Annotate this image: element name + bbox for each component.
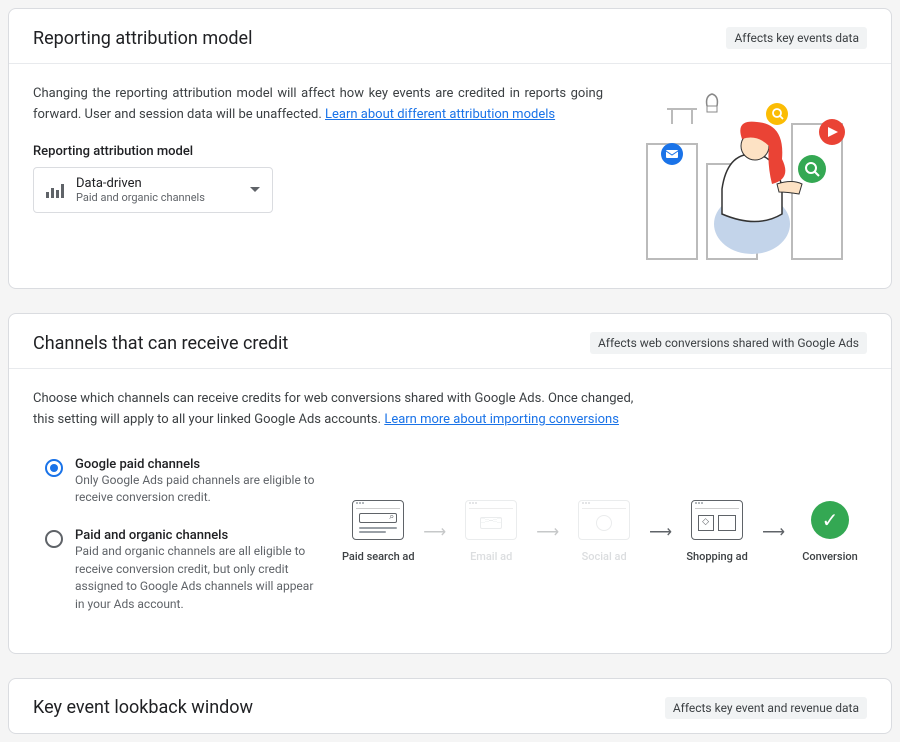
paid-search-icon: [352, 500, 404, 540]
radio-button-unselected-icon: [45, 530, 63, 548]
card-title: Reporting attribution model: [33, 28, 252, 49]
card-description: Choose which channels can receive credit…: [33, 389, 653, 431]
arrow-icon: ⟶: [649, 522, 672, 541]
dropdown-label: Reporting attribution model: [33, 144, 603, 159]
radio-title: Paid and organic channels: [75, 528, 323, 543]
email-icon: [465, 500, 517, 540]
flow-shopping: Shopping ad: [680, 500, 754, 563]
lookback-window-card: Key event lookback window Affects key ev…: [8, 678, 892, 734]
chevron-down-icon: [250, 187, 260, 192]
shopping-icon: [691, 500, 743, 540]
attribution-illustration: [627, 84, 867, 264]
learn-more-link[interactable]: Learn more about importing conversions: [384, 412, 619, 427]
conversion-flow-diagram: Paid search ad ⟶ Email ad ⟶ Soci: [341, 500, 867, 563]
checkmark-icon: ✓: [811, 501, 849, 539]
social-icon: [578, 500, 630, 540]
channels-credit-card: Channels that can receive credit Affects…: [8, 313, 892, 654]
flow-paid-search: Paid search ad: [341, 500, 415, 563]
flow-email: Email ad: [454, 500, 528, 563]
learn-more-link[interactable]: Learn about different attribution models: [325, 107, 555, 122]
channel-radio-group: Google paid channels Only Google Ads pai…: [33, 451, 335, 619]
flow-social: Social ad: [567, 500, 641, 563]
flow-conversion: ✓ Conversion: [793, 500, 867, 563]
bar-chart-icon: [46, 182, 66, 198]
card-header: Reporting attribution model Affects key …: [9, 9, 891, 64]
radio-paid-and-organic-channels[interactable]: Paid and organic channels Paid and organ…: [33, 522, 335, 619]
card-header: Key event lookback window Affects key ev…: [9, 679, 891, 733]
card-header: Channels that can receive credit Affects…: [9, 314, 891, 369]
card-title: Key event lookback window: [33, 697, 253, 718]
arrow-icon: ⟶: [536, 522, 559, 541]
radio-button-selected-icon: [45, 459, 63, 477]
affects-badge: Affects key events data: [726, 27, 867, 49]
dropdown-value: Data-driven: [76, 176, 238, 191]
radio-description: Paid and organic channels are all eligib…: [75, 543, 323, 613]
affects-badge: Affects web conversions shared with Goog…: [590, 332, 867, 354]
card-title: Channels that can receive credit: [33, 333, 288, 354]
attribution-model-dropdown[interactable]: Data-driven Paid and organic channels: [33, 167, 273, 213]
radio-google-paid-channels[interactable]: Google paid channels Only Google Ads pai…: [33, 451, 335, 513]
affects-badge: Affects key event and revenue data: [665, 697, 867, 719]
attribution-model-card: Reporting attribution model Affects key …: [8, 8, 892, 289]
dropdown-subtext: Paid and organic channels: [76, 191, 238, 204]
radio-description: Only Google Ads paid channels are eligib…: [75, 472, 323, 507]
radio-title: Google paid channels: [75, 457, 323, 472]
arrow-icon: ⟶: [423, 522, 446, 541]
card-description: Changing the reporting attribution model…: [33, 84, 603, 126]
arrow-icon: ⟶: [762, 522, 785, 541]
